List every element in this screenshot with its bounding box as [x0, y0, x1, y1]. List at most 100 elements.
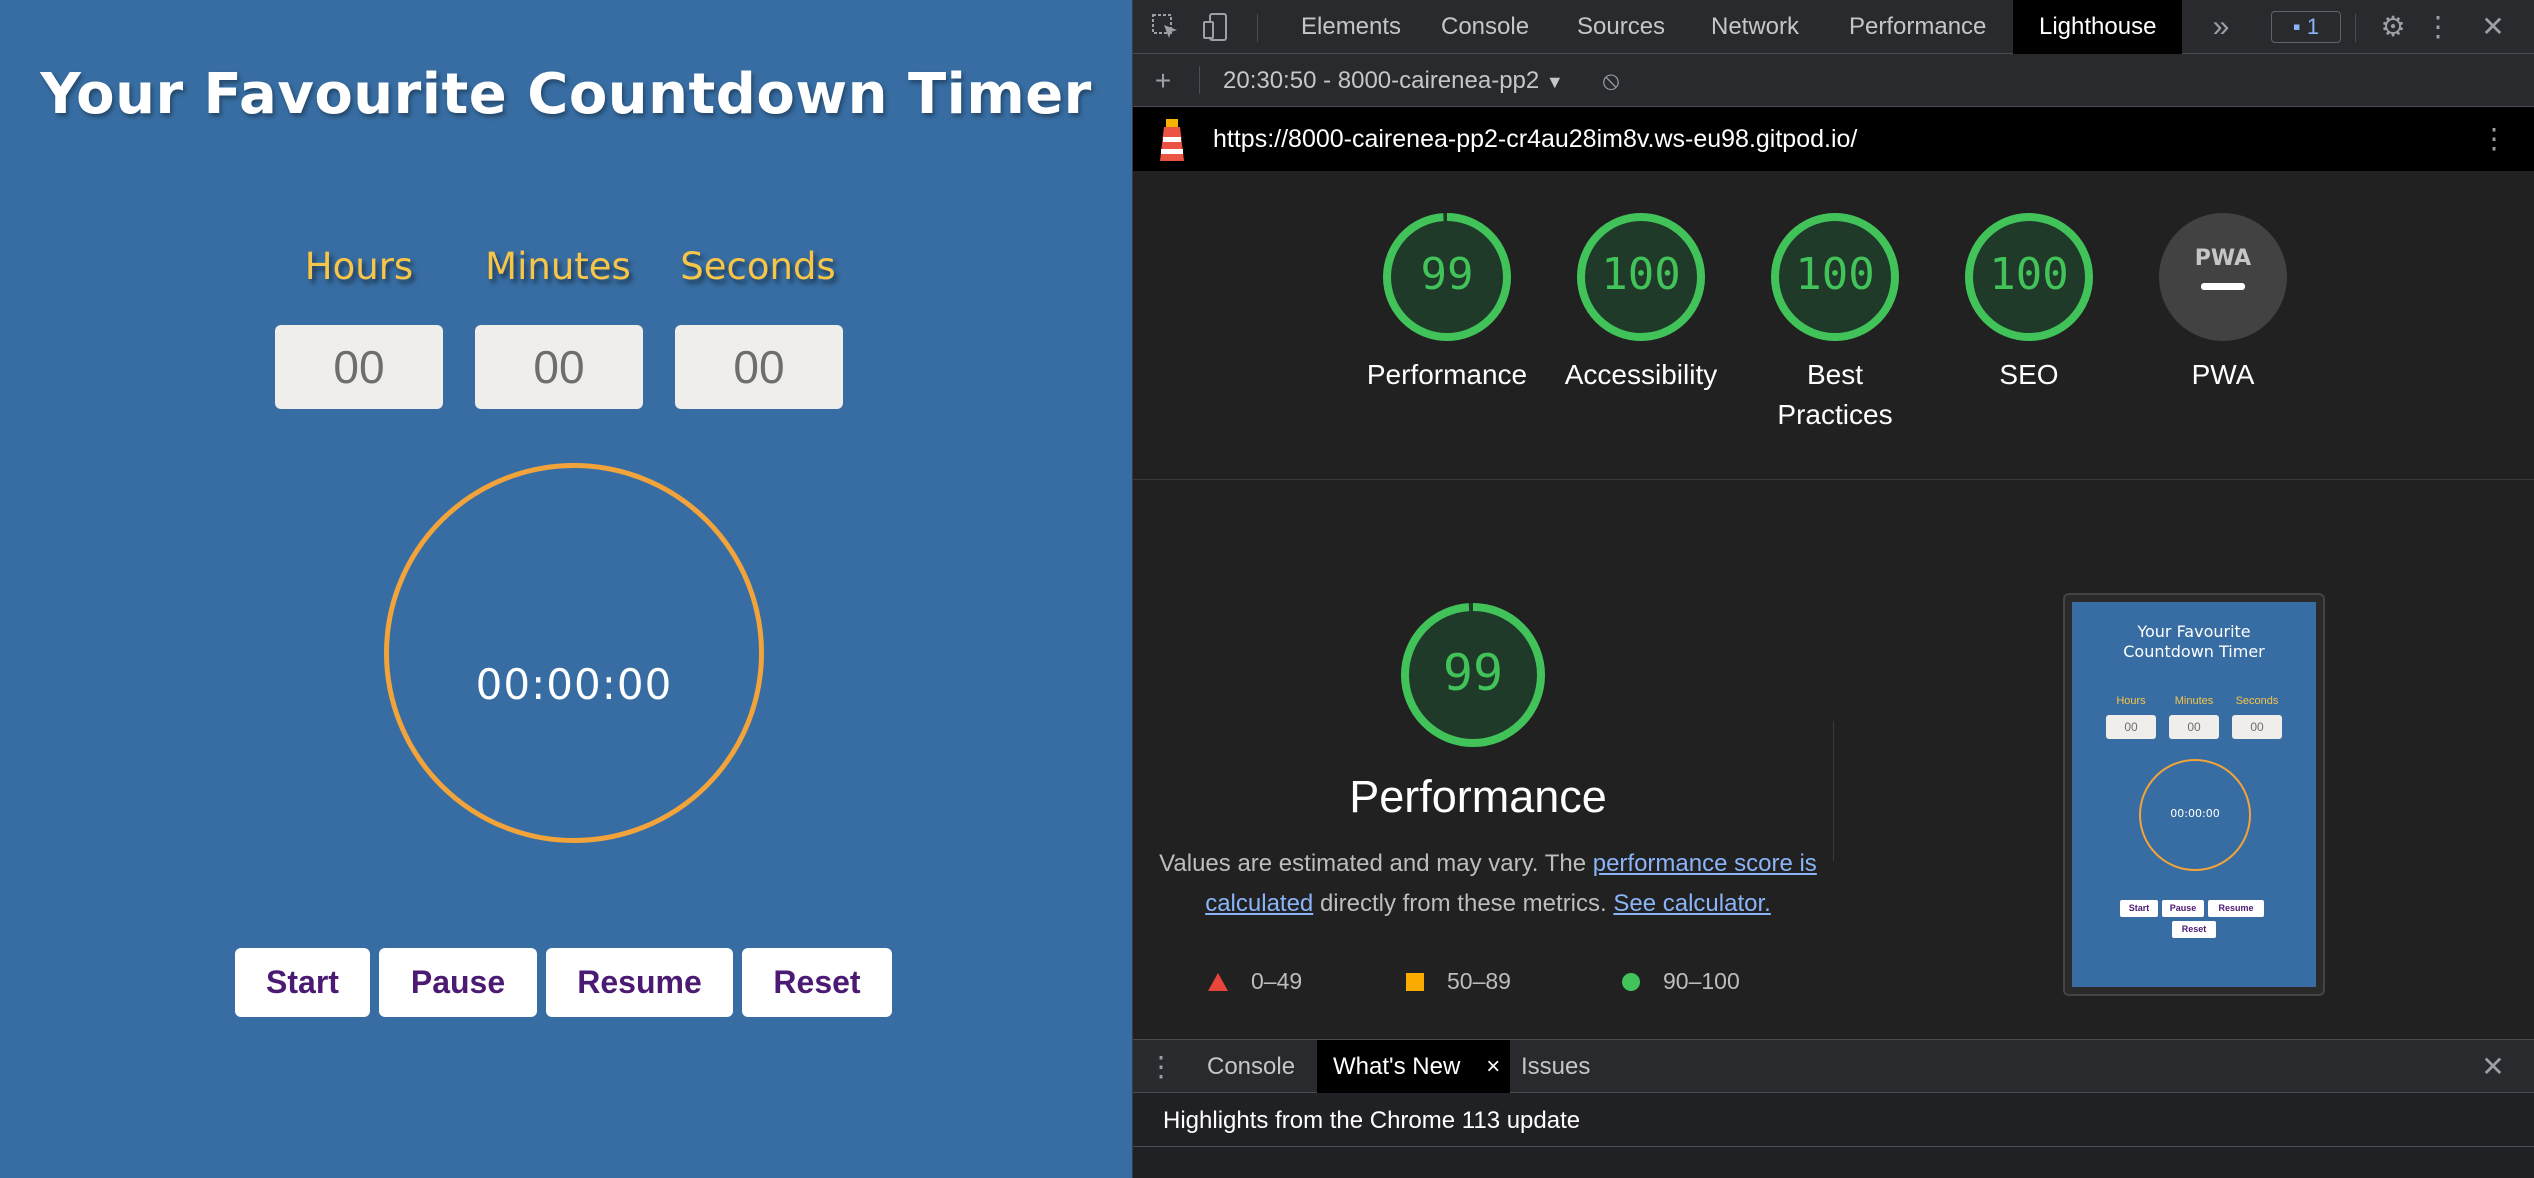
gauge-pwa[interactable]: PWA PWA [2126, 211, 2320, 395]
gauge-ring: 100 [1965, 213, 2093, 341]
timer-ring [384, 463, 764, 843]
lighthouse-report-bar: + 20:30:50 - 8000-cairenea-pp2 ▼ ⦸ [1133, 54, 2534, 107]
preview-minutes-label: Minutes [2174, 695, 2214, 707]
whats-new-highlight[interactable]: Highlights from the Chrome 113 update [1163, 1093, 1580, 1149]
section-divider [1833, 721, 1834, 861]
gauge-label: Performance [1366, 359, 1528, 390]
tab-sources[interactable]: Sources [1551, 0, 1691, 54]
performance-description: Values are estimated and may vary. The p… [1143, 844, 1833, 924]
desc-middle: directly from these metrics. [1313, 890, 1614, 917]
gauge-ring: 99 [1383, 213, 1511, 341]
issues-badge[interactable]: ▪ 1 [2271, 11, 2341, 43]
legend-range: 90–100 [1663, 968, 1740, 994]
seconds-label: Seconds [680, 245, 836, 288]
preview-start-button: Start [2120, 900, 2158, 917]
preview-pause-button: Pause [2162, 900, 2204, 917]
dropdown-arrow-icon: ▼ [1545, 72, 1564, 92]
legend-fail: 0–49 [1207, 963, 1302, 999]
report-select-value: 20:30:50 - 8000-cairenea-pp2 [1223, 67, 1540, 94]
devtools-toolbar: Elements Console Sources Network Perform… [1133, 0, 2534, 54]
preview-seconds-label: Seconds [2235, 695, 2279, 707]
seconds-input[interactable] [675, 325, 843, 409]
drawer-body [1133, 1147, 2534, 1178]
drawer-menu-icon[interactable]: ⋮ [1147, 1040, 1175, 1094]
pwa-badge-icon: PWA [2159, 213, 2287, 341]
gauge-score: 100 [1795, 249, 1874, 300]
performance-score-gauge: 99 [1399, 601, 1559, 754]
preview-resume-button: Resume [2208, 900, 2264, 917]
gauge-performance[interactable]: 99 Performance [1350, 211, 1544, 395]
square-icon [1406, 973, 1424, 991]
preview-hours-label: Hours [2116, 695, 2146, 707]
legend-range: 50–89 [1447, 968, 1511, 994]
minutes-label: Minutes [485, 245, 631, 288]
report-menu-icon[interactable]: ⋮ [2479, 107, 2509, 171]
start-button[interactable]: Start [235, 948, 370, 1017]
gauge-seo[interactable]: 100 SEO [1932, 211, 2126, 395]
tab-network[interactable]: Network [1685, 0, 1825, 54]
final-screenshot-preview[interactable]: Your Favourite Countdown Timer Hours Min… [2063, 593, 2325, 996]
close-drawer-icon[interactable]: ✕ [2473, 1040, 2513, 1094]
resume-button[interactable]: Resume [546, 948, 733, 1017]
preview-reset-button: Reset [2172, 921, 2216, 938]
lighthouse-report: 99 Performance 100 Accessibility 100 Bes… [1133, 171, 2534, 1039]
hours-label: Hours [304, 245, 414, 288]
gauge-best-practices[interactable]: 100 Best Practices [1738, 211, 1932, 435]
pwa-badge-text: PWA [2195, 246, 2251, 271]
performance-score-value: 99 [1443, 644, 1503, 702]
circle-icon [1622, 973, 1640, 991]
preview-title-line2: Countdown Timer [2123, 642, 2265, 661]
drawer-tab-console[interactable]: Console [1191, 1040, 1311, 1094]
more-tabs-icon[interactable]: » [2201, 0, 2241, 54]
scores-divider [1133, 479, 2534, 480]
tab-console[interactable]: Console [1415, 0, 1555, 54]
hours-input[interactable] [275, 325, 443, 409]
report-bar-divider [1199, 66, 1200, 94]
gauge-label: PWA [2191, 359, 2255, 390]
audited-url: https://8000-cairenea-pp2-cr4au28im8v.ws… [1213, 125, 1858, 153]
preview-title-line1: Your Favourite [2137, 622, 2251, 641]
clear-all-icon[interactable]: ⦸ [1593, 54, 1629, 107]
lighthouse-logo-icon [1155, 117, 1189, 168]
gauge-label: Accessibility [1564, 359, 1718, 390]
more-options-icon[interactable]: ⋮ [2423, 0, 2453, 54]
preview-timer-display: 00:00:00 [2170, 807, 2220, 820]
see-calculator-link[interactable]: See calculator. [1613, 890, 1770, 917]
legend-average: 50–89 [1405, 963, 1511, 999]
gauge-label: Best Practices [1777, 359, 1893, 430]
toolbar-divider [1257, 14, 1258, 42]
performance-heading: Performance [1349, 771, 1607, 822]
inspect-element-icon[interactable] [1147, 0, 1183, 60]
triangle-icon [1208, 973, 1228, 991]
new-report-plus-icon[interactable]: + [1145, 54, 1181, 107]
timer-display: 00:00:00 [475, 660, 673, 709]
preview-hours-input: 00 [2106, 715, 2156, 739]
toolbar-divider-2 [2355, 14, 2356, 42]
gauge-score: 99 [1421, 249, 1474, 300]
countdown-app: Your Favourite Countdown Timer Hours Min… [0, 0, 1132, 1178]
device-toolbar-icon[interactable] [1199, 0, 1235, 60]
tab-lighthouse[interactable]: Lighthouse [2013, 0, 2183, 54]
settings-gear-icon[interactable]: ⚙ [2373, 0, 2413, 54]
minutes-input[interactable] [475, 325, 643, 409]
pause-button[interactable]: Pause [379, 948, 537, 1017]
reset-button[interactable]: Reset [742, 948, 892, 1017]
gauge-label: SEO [1999, 359, 2059, 390]
close-devtools-icon[interactable]: ✕ [2473, 0, 2513, 54]
drawer-tabbar: ⋮ Console What's New × Issues ✕ [1133, 1039, 2534, 1094]
gauge-score: 100 [1989, 249, 2068, 300]
close-tab-icon[interactable]: × [1486, 1040, 1500, 1094]
drawer-tab-whats-new[interactable]: What's New × [1317, 1040, 1511, 1094]
report-select-dropdown[interactable]: 20:30:50 - 8000-cairenea-pp2 ▼ [1223, 54, 1564, 109]
drawer-tab-issues[interactable]: Issues [1505, 1040, 1606, 1094]
tab-elements[interactable]: Elements [1275, 0, 1427, 54]
drawer-content: Highlights from the Chrome 113 update [1133, 1093, 2534, 1147]
tab-performance[interactable]: Performance [1823, 0, 2012, 54]
legend-range: 0–49 [1251, 968, 1303, 994]
preview-minutes-input: 00 [2169, 715, 2219, 739]
desc-prefix: Values are estimated and may vary. The [1159, 850, 1593, 877]
drawer-tab-label: What's New [1333, 1053, 1461, 1080]
lighthouse-url-bar: https://8000-cairenea-pp2-cr4au28im8v.ws… [1133, 107, 2534, 171]
preview-title: Your Favourite Countdown Timer [2072, 622, 2316, 662]
gauge-accessibility[interactable]: 100 Accessibility [1544, 211, 1738, 395]
